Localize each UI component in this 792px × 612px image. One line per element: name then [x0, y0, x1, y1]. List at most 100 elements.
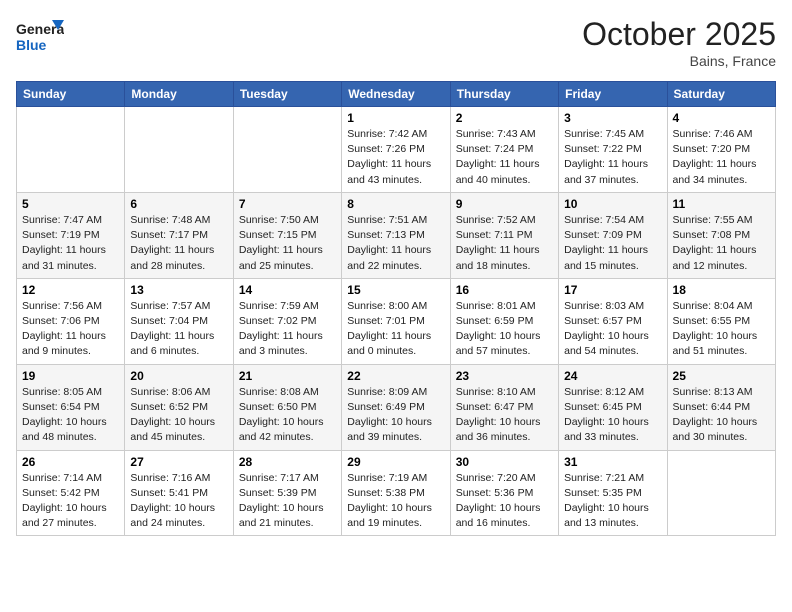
day-number: 7: [239, 197, 336, 211]
day-info: Sunrise: 8:13 AM Sunset: 6:44 PM Dayligh…: [673, 385, 770, 446]
day-info: Sunrise: 7:57 AM Sunset: 7:04 PM Dayligh…: [130, 299, 227, 360]
day-info: Sunrise: 7:20 AM Sunset: 5:36 PM Dayligh…: [456, 471, 553, 532]
calendar-cell: 15Sunrise: 8:00 AM Sunset: 7:01 PM Dayli…: [342, 278, 450, 364]
day-number: 27: [130, 455, 227, 469]
day-info: Sunrise: 7:54 AM Sunset: 7:09 PM Dayligh…: [564, 213, 661, 274]
page-header: General Blue October 2025 Bains, France: [16, 16, 776, 69]
calendar-cell: 9 Sunrise: 7:52 AM Sunset: 7:11 PM Daylig…: [450, 192, 558, 278]
calendar-cell: 17Sunrise: 8:03 AM Sunset: 6:57 PM Dayli…: [559, 278, 667, 364]
day-number: 4: [673, 111, 770, 125]
calendar-cell: 8Sunrise: 7:51 AM Sunset: 7:13 PM Daylig…: [342, 192, 450, 278]
calendar-cell: 2 Sunrise: 7:43 AM Sunset: 7:24 PM Daylig…: [450, 107, 558, 193]
calendar-cell: 16Sunrise: 8:01 AM Sunset: 6:59 PM Dayli…: [450, 278, 558, 364]
calendar-cell: 24Sunrise: 8:12 AM Sunset: 6:45 PM Dayli…: [559, 364, 667, 450]
title-block: October 2025 Bains, France: [582, 16, 776, 69]
day-number: 6: [130, 197, 227, 211]
day-info: Sunrise: 7:45 AM Sunset: 7:22 PM Dayligh…: [564, 127, 661, 188]
calendar-cell: 19 Sunrise: 8:05 AM Sunset: 6:54 PM Dayli…: [17, 364, 125, 450]
calendar-cell: 1 Sunrise: 7:42 AM Sunset: 7:26 PM Daylig…: [342, 107, 450, 193]
day-header-sunday: Sunday: [17, 82, 125, 107]
day-header-monday: Monday: [125, 82, 233, 107]
day-info: Sunrise: 8:00 AM Sunset: 7:01 PM Dayligh…: [347, 299, 444, 360]
calendar-cell: 29 Sunrise: 7:19 AM Sunset: 5:38 PM Dayli…: [342, 450, 450, 536]
day-info: Sunrise: 7:43 AM Sunset: 7:24 PM Dayligh…: [456, 127, 553, 188]
calendar-week-row: 1 Sunrise: 7:42 AM Sunset: 7:26 PM Daylig…: [17, 107, 776, 193]
calendar-cell: 30 Sunrise: 7:20 AM Sunset: 5:36 PM Dayli…: [450, 450, 558, 536]
day-info: Sunrise: 8:01 AM Sunset: 6:59 PM Dayligh…: [456, 299, 553, 360]
calendar-cell: 12Sunrise: 7:56 AM Sunset: 7:06 PM Dayli…: [17, 278, 125, 364]
day-number: 3: [564, 111, 661, 125]
calendar-table: SundayMondayTuesdayWednesdayThursdayFrid…: [16, 81, 776, 536]
day-info: Sunrise: 7:19 AM Sunset: 5:38 PM Dayligh…: [347, 471, 444, 532]
day-header-wednesday: Wednesday: [342, 82, 450, 107]
day-header-tuesday: Tuesday: [233, 82, 341, 107]
calendar-cell: 26 Sunrise: 7:14 AM Sunset: 5:42 PM Dayli…: [17, 450, 125, 536]
calendar-cell: [233, 107, 341, 193]
day-header-thursday: Thursday: [450, 82, 558, 107]
day-number: 29: [347, 455, 444, 469]
calendar-cell: 28 Sunrise: 7:17 AM Sunset: 5:39 PM Dayli…: [233, 450, 341, 536]
day-number: 9: [456, 197, 553, 211]
day-number: 25: [673, 369, 770, 383]
day-number: 10: [564, 197, 661, 211]
day-number: 8: [347, 197, 444, 211]
calendar-cell: 25 Sunrise: 8:13 AM Sunset: 6:44 PM Dayli…: [667, 364, 775, 450]
calendar-cell: 14 Sunrise: 7:59 AM Sunset: 7:02 PM Dayli…: [233, 278, 341, 364]
logo-icon: General Blue: [16, 16, 64, 58]
day-info: Sunrise: 7:14 AM Sunset: 5:42 PM Dayligh…: [22, 471, 119, 532]
day-info: Sunrise: 8:05 AM Sunset: 6:54 PM Dayligh…: [22, 385, 119, 446]
day-number: 14: [239, 283, 336, 297]
day-header-friday: Friday: [559, 82, 667, 107]
day-info: Sunrise: 7:17 AM Sunset: 5:39 PM Dayligh…: [239, 471, 336, 532]
day-info: Sunrise: 7:59 AM Sunset: 7:02 PM Dayligh…: [239, 299, 336, 360]
day-info: Sunrise: 7:52 AM Sunset: 7:11 PM Dayligh…: [456, 213, 553, 274]
day-number: 11: [673, 197, 770, 211]
day-number: 17: [564, 283, 661, 297]
day-number: 5: [22, 197, 119, 211]
day-info: Sunrise: 8:09 AM Sunset: 6:49 PM Dayligh…: [347, 385, 444, 446]
day-number: 30: [456, 455, 553, 469]
day-number: 19: [22, 369, 119, 383]
calendar-cell: 21Sunrise: 8:08 AM Sunset: 6:50 PM Dayli…: [233, 364, 341, 450]
logo: General Blue: [16, 16, 64, 58]
day-number: 24: [564, 369, 661, 383]
calendar-cell: 5 Sunrise: 7:47 AM Sunset: 7:19 PM Daylig…: [17, 192, 125, 278]
day-number: 28: [239, 455, 336, 469]
calendar-cell: 13Sunrise: 7:57 AM Sunset: 7:04 PM Dayli…: [125, 278, 233, 364]
day-number: 31: [564, 455, 661, 469]
day-number: 26: [22, 455, 119, 469]
calendar-cell: 31 Sunrise: 7:21 AM Sunset: 5:35 PM Dayli…: [559, 450, 667, 536]
day-header-saturday: Saturday: [667, 82, 775, 107]
month-title: October 2025: [582, 16, 776, 53]
day-info: Sunrise: 7:56 AM Sunset: 7:06 PM Dayligh…: [22, 299, 119, 360]
calendar-cell: [667, 450, 775, 536]
calendar-cell: [17, 107, 125, 193]
calendar-cell: 22Sunrise: 8:09 AM Sunset: 6:49 PM Dayli…: [342, 364, 450, 450]
location: Bains, France: [582, 53, 776, 69]
calendar-week-row: 26 Sunrise: 7:14 AM Sunset: 5:42 PM Dayli…: [17, 450, 776, 536]
day-info: Sunrise: 7:50 AM Sunset: 7:15 PM Dayligh…: [239, 213, 336, 274]
day-info: Sunrise: 7:55 AM Sunset: 7:08 PM Dayligh…: [673, 213, 770, 274]
calendar-cell: 20Sunrise: 8:06 AM Sunset: 6:52 PM Dayli…: [125, 364, 233, 450]
calendar-week-row: 19 Sunrise: 8:05 AM Sunset: 6:54 PM Dayli…: [17, 364, 776, 450]
day-info: Sunrise: 7:47 AM Sunset: 7:19 PM Dayligh…: [22, 213, 119, 274]
calendar-cell: [125, 107, 233, 193]
day-info: Sunrise: 8:04 AM Sunset: 6:55 PM Dayligh…: [673, 299, 770, 360]
day-info: Sunrise: 8:06 AM Sunset: 6:52 PM Dayligh…: [130, 385, 227, 446]
day-number: 1: [347, 111, 444, 125]
day-info: Sunrise: 7:42 AM Sunset: 7:26 PM Dayligh…: [347, 127, 444, 188]
calendar-cell: 6 Sunrise: 7:48 AM Sunset: 7:17 PM Daylig…: [125, 192, 233, 278]
calendar-cell: 23Sunrise: 8:10 AM Sunset: 6:47 PM Dayli…: [450, 364, 558, 450]
calendar-cell: 10 Sunrise: 7:54 AM Sunset: 7:09 PM Dayli…: [559, 192, 667, 278]
day-number: 18: [673, 283, 770, 297]
calendar-cell: 3 Sunrise: 7:45 AM Sunset: 7:22 PM Daylig…: [559, 107, 667, 193]
day-number: 2: [456, 111, 553, 125]
day-info: Sunrise: 7:48 AM Sunset: 7:17 PM Dayligh…: [130, 213, 227, 274]
calendar-cell: 27 Sunrise: 7:16 AM Sunset: 5:41 PM Dayli…: [125, 450, 233, 536]
day-info: Sunrise: 7:16 AM Sunset: 5:41 PM Dayligh…: [130, 471, 227, 532]
svg-text:Blue: Blue: [16, 37, 47, 53]
calendar-week-row: 5 Sunrise: 7:47 AM Sunset: 7:19 PM Daylig…: [17, 192, 776, 278]
day-info: Sunrise: 7:21 AM Sunset: 5:35 PM Dayligh…: [564, 471, 661, 532]
calendar-header-row: SundayMondayTuesdayWednesdayThursdayFrid…: [17, 82, 776, 107]
day-info: Sunrise: 8:10 AM Sunset: 6:47 PM Dayligh…: [456, 385, 553, 446]
